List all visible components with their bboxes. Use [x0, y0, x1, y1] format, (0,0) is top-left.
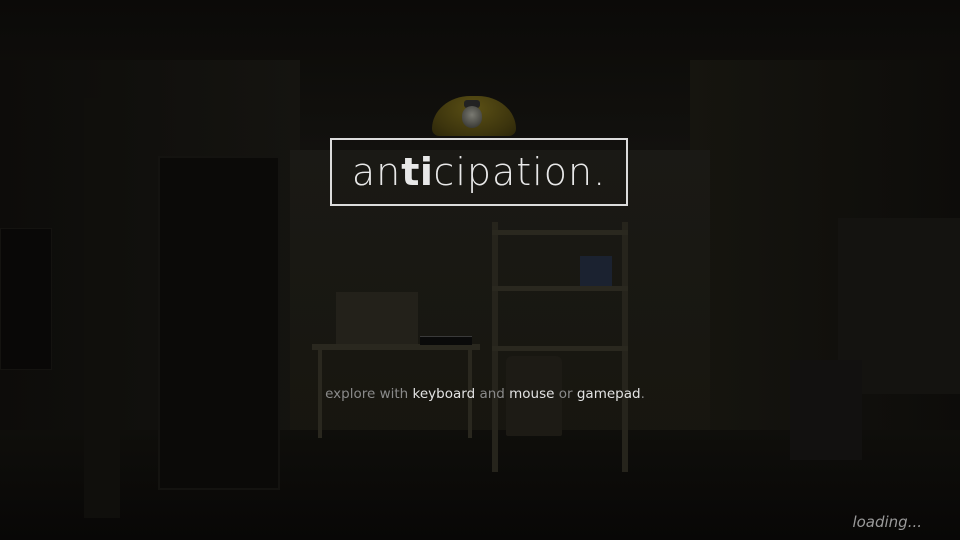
desk-box — [336, 292, 418, 344]
shelf-box — [580, 256, 612, 286]
shelf-board — [492, 286, 628, 291]
title-prefix: an — [351, 150, 402, 194]
shelf-board — [492, 230, 628, 235]
hint-mouse: mouse — [509, 386, 555, 402]
right-low-cabinet — [790, 360, 862, 460]
game-scene: anticipation. explore with keyboard and … — [0, 0, 960, 540]
hint-text: explore with — [325, 386, 413, 402]
title-emphasis: ti — [401, 150, 434, 194]
game-title-logo: anticipation. — [330, 138, 628, 206]
hint-text: or — [554, 386, 577, 402]
hint-gamepad: gamepad — [576, 386, 641, 402]
hint-text: . — [640, 386, 645, 402]
hint-keyboard: keyboard — [412, 386, 476, 402]
shelf-board — [492, 346, 628, 351]
controls-hint: explore with keyboard and mouse or gamep… — [0, 386, 960, 402]
ceiling-lamp-bulb — [462, 106, 482, 128]
loading-indicator: loading... — [852, 513, 922, 531]
hint-text: and — [475, 386, 510, 402]
door-frame — [84, 98, 120, 518]
title-suffix: cipation. — [433, 150, 607, 194]
game-title: anticipation. — [352, 153, 606, 191]
doorway — [158, 156, 280, 490]
wall-screen — [0, 228, 52, 370]
desk-book — [420, 336, 472, 345]
